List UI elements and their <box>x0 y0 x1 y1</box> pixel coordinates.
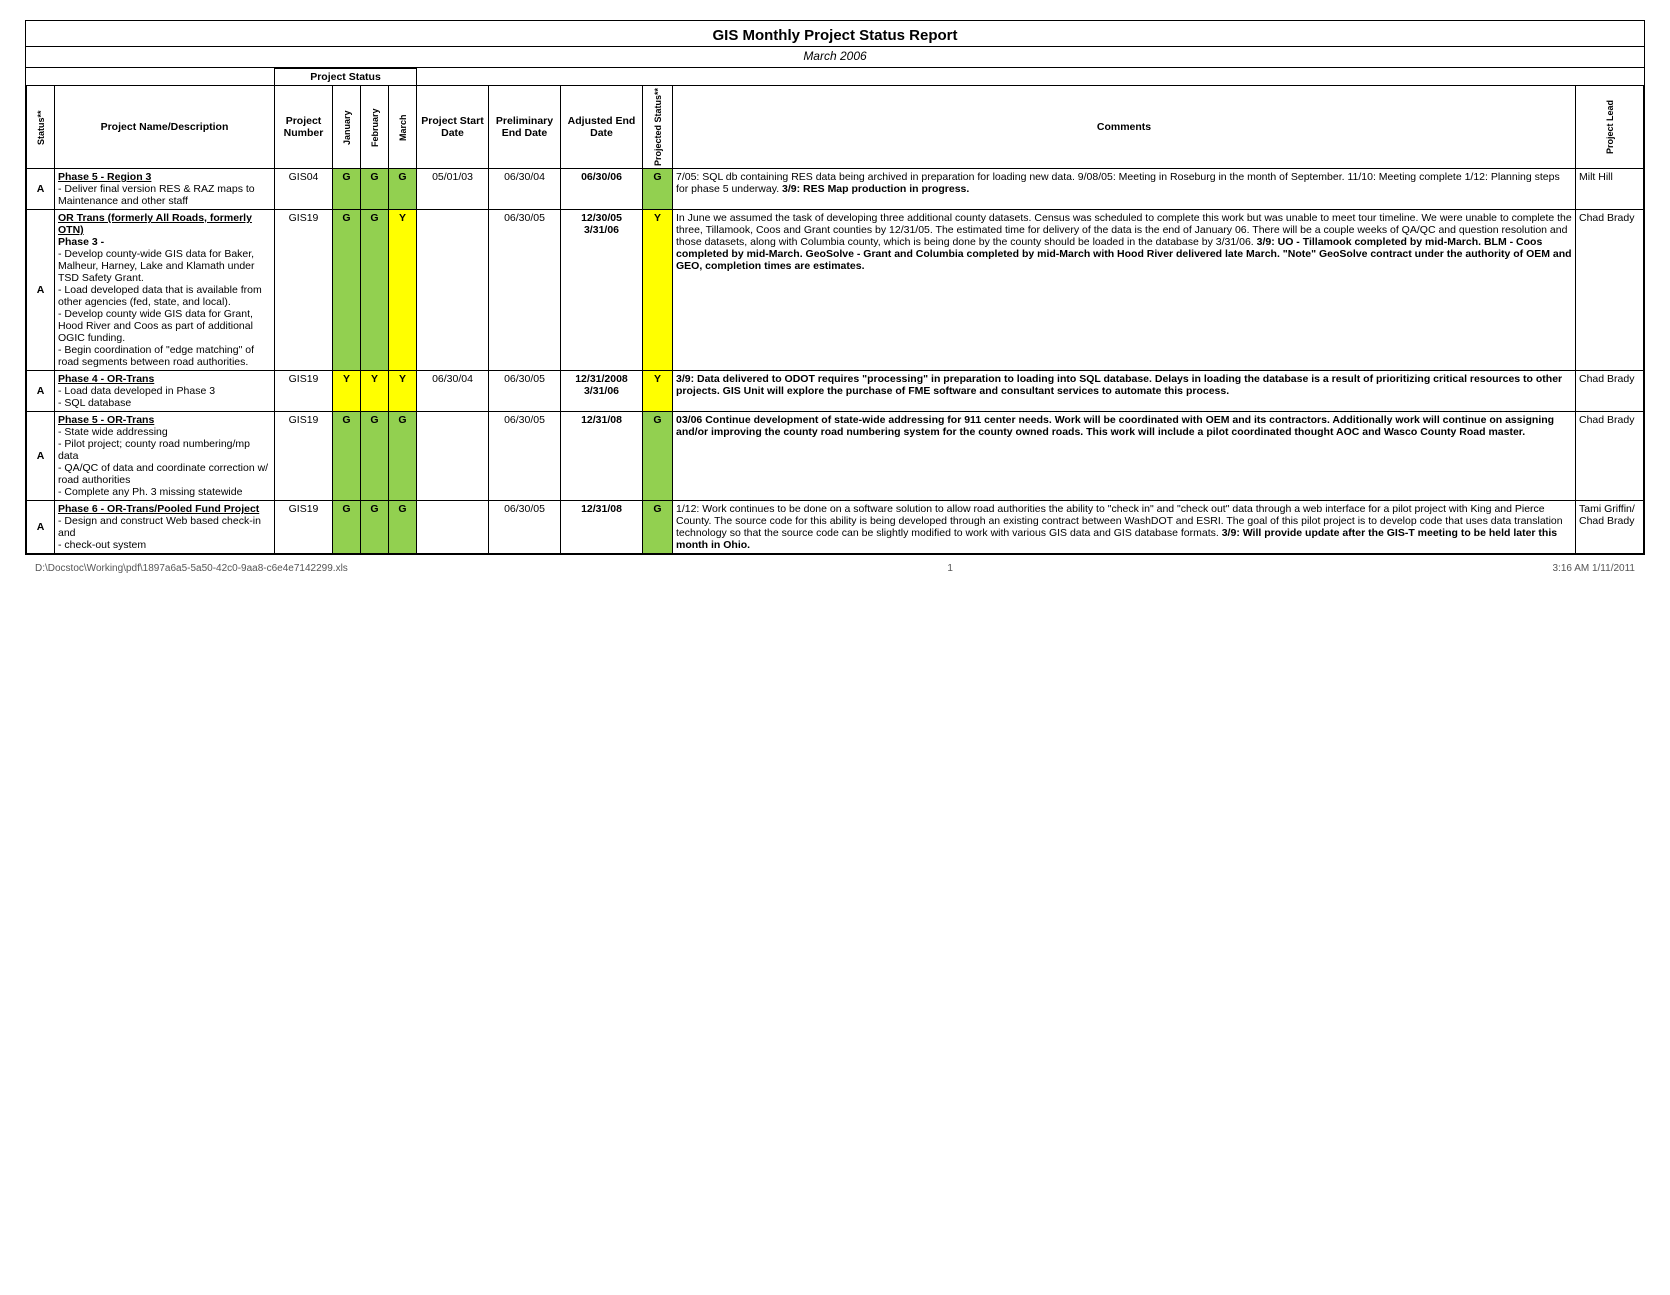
row-comments: In June we assumed the task of developin… <box>673 210 1576 371</box>
report-container: GIS Monthly Project Status Report March … <box>25 20 1645 555</box>
table-row: APhase 5 - Region 3- Deliver final versi… <box>27 169 1644 210</box>
january-header: January <box>333 86 361 169</box>
row-status: A <box>27 501 55 554</box>
project-status-header: Project Status <box>275 69 417 86</box>
table-row: APhase 4 - OR-Trans- Load data developed… <box>27 371 1644 412</box>
row-status: A <box>27 169 55 210</box>
row-adj-end: 12/31/08 <box>561 412 643 501</box>
row-project-lead: Tami Griffin/ Chad Brady <box>1576 501 1644 554</box>
prelim-end-header: Preliminary End Date <box>489 86 561 169</box>
row-january-status: G <box>333 169 361 210</box>
row-january-status: Y <box>333 371 361 412</box>
row-adj-end: 06/30/06 <box>561 169 643 210</box>
march-header: March <box>389 86 417 169</box>
row-february-status: G <box>361 412 389 501</box>
report-subtitle: March 2006 <box>26 47 1644 68</box>
row-march-status: G <box>389 169 417 210</box>
row-project-lead: Milt Hill <box>1576 169 1644 210</box>
table-row: AOR Trans (formerly All Roads, formerly … <box>27 210 1644 371</box>
row-prelim-end: 06/30/05 <box>489 412 561 501</box>
row-project-number: GIS19 <box>275 210 333 371</box>
row-project-name: OR Trans (formerly All Roads, formerly O… <box>55 210 275 371</box>
table-row: APhase 5 - OR-Trans- State wide addressi… <box>27 412 1644 501</box>
row-project-number: GIS19 <box>275 412 333 501</box>
footer: D:\Docstoc\Working\pdf\1897a6a5-5a50-42c… <box>25 555 1645 582</box>
project-number-header: Project Number <box>275 86 333 169</box>
row-projected-status: Y <box>643 210 673 371</box>
row-comments: 7/05: SQL db containing RES data being a… <box>673 169 1576 210</box>
footer-filepath: D:\Docstoc\Working\pdf\1897a6a5-5a50-42c… <box>35 563 348 574</box>
column-headers: Status** Project Name/Description Projec… <box>27 86 1644 169</box>
row-march-status: G <box>389 412 417 501</box>
row-january-status: G <box>333 210 361 371</box>
row-january-status: G <box>333 501 361 554</box>
row-project-lead: Chad Brady <box>1576 412 1644 501</box>
row-start-date <box>417 412 489 501</box>
row-adj-end: 12/31/08 <box>561 501 643 554</box>
row-project-lead: Chad Brady <box>1576 371 1644 412</box>
project-lead-header: Project Lead <box>1576 86 1644 169</box>
row-prelim-end: 06/30/04 <box>489 169 561 210</box>
row-prelim-end: 06/30/05 <box>489 210 561 371</box>
february-header: February <box>361 86 389 169</box>
comments-header: Comments <box>673 86 1576 169</box>
project-status-header-row: Project Status <box>27 69 1644 86</box>
row-prelim-end: 06/30/05 <box>489 501 561 554</box>
row-project-name: Phase 5 - Region 3- Deliver final versio… <box>55 169 275 210</box>
project-name-header: Project Name/Description <box>55 86 275 169</box>
row-projected-status: G <box>643 169 673 210</box>
start-date-header: Project Start Date <box>417 86 489 169</box>
row-status: A <box>27 371 55 412</box>
row-comments: 3/9: Data delivered to ODOT requires "pr… <box>673 371 1576 412</box>
row-march-status: Y <box>389 371 417 412</box>
report-title: GIS Monthly Project Status Report <box>26 21 1644 47</box>
row-start-date <box>417 210 489 371</box>
footer-timestamp: 3:16 AM 1/11/2011 <box>1553 563 1635 574</box>
row-status: A <box>27 412 55 501</box>
row-march-status: Y <box>389 210 417 371</box>
page: GIS Monthly Project Status Report March … <box>25 20 1645 582</box>
row-start-date: 06/30/04 <box>417 371 489 412</box>
row-february-status: G <box>361 210 389 371</box>
row-comments: 03/06 Continue development of state-wide… <box>673 412 1576 501</box>
row-january-status: G <box>333 412 361 501</box>
row-project-lead: Chad Brady <box>1576 210 1644 371</box>
row-start-date: 05/01/03 <box>417 169 489 210</box>
main-table: Project Status Status** Project Name/Des… <box>26 68 1644 554</box>
row-prelim-end: 06/30/05 <box>489 371 561 412</box>
row-project-number: GIS19 <box>275 371 333 412</box>
status-header: Status** <box>27 86 55 169</box>
row-project-number: GIS04 <box>275 169 333 210</box>
row-project-number: GIS19 <box>275 501 333 554</box>
row-status: A <box>27 210 55 371</box>
row-start-date <box>417 501 489 554</box>
row-adj-end: 12/31/2008 3/31/06 <box>561 371 643 412</box>
row-project-name: Phase 5 - OR-Trans- State wide addressin… <box>55 412 275 501</box>
footer-page: 1 <box>947 563 953 574</box>
row-february-status: Y <box>361 371 389 412</box>
row-projected-status: G <box>643 501 673 554</box>
row-project-name: Phase 6 - OR-Trans/Pooled Fund Project- … <box>55 501 275 554</box>
row-project-name: Phase 4 - OR-Trans- Load data developed … <box>55 371 275 412</box>
row-projected-status: Y <box>643 371 673 412</box>
row-projected-status: G <box>643 412 673 501</box>
adj-end-header: Adjusted End Date <box>561 86 643 169</box>
table-row: APhase 6 - OR-Trans/Pooled Fund Project-… <box>27 501 1644 554</box>
proj-status-header: Projected Status** <box>643 86 673 169</box>
row-comments: 1/12: Work continues to be done on a sof… <box>673 501 1576 554</box>
row-february-status: G <box>361 501 389 554</box>
row-february-status: G <box>361 169 389 210</box>
row-adj-end: 12/30/05 3/31/06 <box>561 210 643 371</box>
row-march-status: G <box>389 501 417 554</box>
